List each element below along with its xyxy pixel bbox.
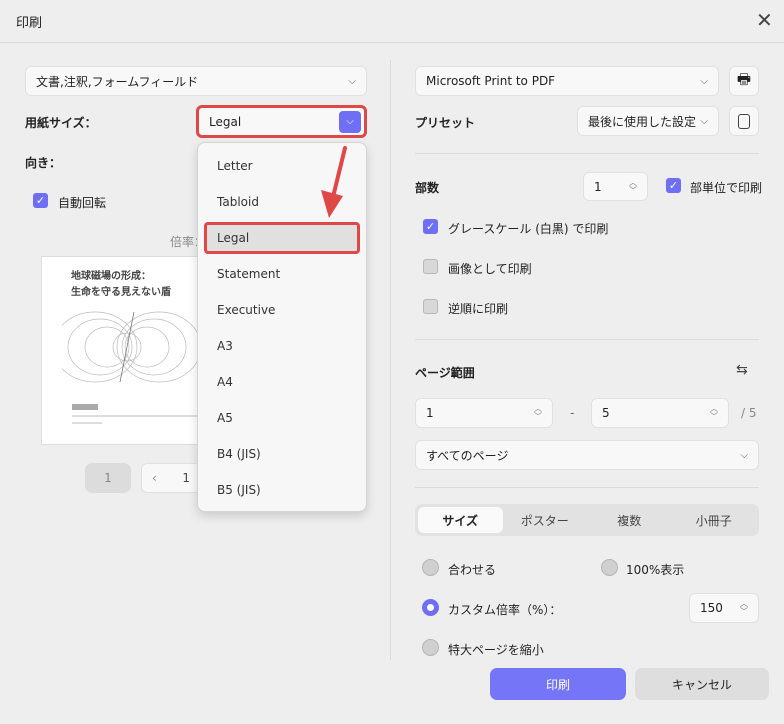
column-divider xyxy=(390,60,391,660)
print-preview: 地球磁場の形成： 生命を守る見えない盾 xyxy=(41,256,201,445)
copies-label: 部数 xyxy=(415,181,440,195)
print-option-label: グレースケール (白黒) で印刷 xyxy=(448,222,609,236)
auto-rotate-label: 自動回転 xyxy=(58,196,107,210)
content-select[interactable]: 文書,注釈,フォームフィールド ⌵ xyxy=(25,66,367,96)
chevron-down-icon: ⌵ xyxy=(700,115,708,127)
print-option-label: 画像として印刷 xyxy=(448,262,532,276)
magnetic-field-diagram xyxy=(62,311,200,383)
copies-value: 1 xyxy=(594,179,602,194)
actual-size-label: 100%表示 xyxy=(626,563,685,577)
save-icon xyxy=(738,113,750,129)
printer-properties-button[interactable]: 🖶 xyxy=(729,66,759,96)
paper-size-option[interactable]: Executive xyxy=(204,294,360,326)
paper-size-option[interactable]: A3 xyxy=(204,330,360,362)
preview-title-2: 生命を守る見えない盾 xyxy=(71,287,171,298)
range-separator: - xyxy=(570,406,575,420)
divider xyxy=(415,487,759,488)
preset-select[interactable]: 最後に使用した設定 ⌵ xyxy=(577,106,719,136)
red-arrow-annotation xyxy=(321,146,347,218)
page-range-swap-icon[interactable]: ⇆ xyxy=(736,362,748,378)
printer-select[interactable]: Microsoft Print to PDF ⌵ xyxy=(415,66,719,96)
page-nav: ‹ 1 xyxy=(141,463,201,493)
close-icon[interactable]: ✕ xyxy=(756,8,773,32)
tab-multiple[interactable]: 複数 xyxy=(587,507,672,533)
collate-checkbox[interactable]: ✓ xyxy=(666,178,681,193)
title-divider xyxy=(0,42,784,43)
paper-size-option[interactable]: B5 (JIS) xyxy=(204,474,360,506)
paper-size-select[interactable]: Legal ⌵ xyxy=(196,105,367,138)
shrink-radio[interactable] xyxy=(422,639,439,656)
range-to-value: 5 xyxy=(602,406,610,420)
copies-stepper[interactable]: 1 ︿ ﹀ xyxy=(583,172,648,201)
print-option-label: 逆順に印刷 xyxy=(448,302,509,316)
fit-label: 合わせる xyxy=(448,563,497,577)
range-select-value: すべてのページ xyxy=(426,448,509,463)
print-option-checkbox[interactable] xyxy=(423,259,438,274)
divider xyxy=(415,339,759,340)
collate-label: 部単位で印刷 xyxy=(690,181,763,195)
paper-size-label: 用紙サイズ： xyxy=(25,116,97,130)
page-range-label: ページ範囲 xyxy=(415,366,475,380)
range-to-input[interactable]: 5 ︿ ﹀ xyxy=(591,398,729,428)
page-nav-current: 1 xyxy=(182,471,190,485)
paper-size-option[interactable]: B4 (JIS) xyxy=(204,438,360,470)
range-total: / 5 xyxy=(741,406,757,420)
print-button[interactable]: 印刷 xyxy=(490,668,626,700)
range-from-input[interactable]: 1 ︿ ﹀ xyxy=(415,398,553,428)
custom-scale-radio[interactable] xyxy=(422,599,439,616)
save-preset-button[interactable] xyxy=(729,106,759,136)
printer-value: Microsoft Print to PDF xyxy=(426,74,556,88)
chevron-down-icon: ⌵ xyxy=(700,75,708,87)
spin-arrows-icon[interactable]: ︿ ﹀ xyxy=(534,405,542,421)
range-select[interactable]: すべてのページ ⌵ xyxy=(415,440,759,470)
chevron-down-icon: ⌵ xyxy=(348,75,356,87)
scaling-tabs: サイズ ポスター 複数 小冊子 xyxy=(415,504,759,536)
divider xyxy=(415,153,759,154)
print-option-checkbox[interactable] xyxy=(423,299,438,314)
preview-title-1: 地球磁場の形成： xyxy=(71,271,151,282)
printer-icon: 🖶 xyxy=(736,69,752,88)
paper-size-option[interactable]: A5 xyxy=(204,402,360,434)
custom-scale-stepper[interactable]: 150 ︿ ﹀ xyxy=(689,593,759,623)
paper-size-option[interactable]: A4 xyxy=(204,366,360,398)
auto-rotate-checkbox[interactable]: ✓ xyxy=(33,193,48,208)
range-from-value: 1 xyxy=(426,406,434,420)
tab-poster[interactable]: ポスター xyxy=(503,507,588,533)
chevron-down-icon: ⌵ xyxy=(740,449,748,461)
tab-size[interactable]: サイズ xyxy=(418,507,503,533)
preset-value: 最後に使用した設定 xyxy=(588,114,697,129)
spin-arrows-icon[interactable]: ︿ ﹀ xyxy=(710,405,718,421)
chevron-left-icon[interactable]: ‹ xyxy=(152,471,157,485)
tab-booklet[interactable]: 小冊子 xyxy=(672,507,757,533)
paper-size-option[interactable]: Legal xyxy=(204,222,360,254)
dialog-title: 印刷 xyxy=(16,16,43,31)
preset-label: プリセット xyxy=(415,116,476,130)
shrink-label: 特大ページを縮小 xyxy=(448,643,544,657)
content-select-value: 文書,注釈,フォームフィールド xyxy=(36,74,199,89)
orientation-label: 向き： xyxy=(25,156,62,170)
custom-scale-value: 150 xyxy=(700,601,723,615)
page-number-input[interactable]: 1 xyxy=(85,463,131,493)
custom-scale-label: カスタム倍率（%）： xyxy=(448,603,562,617)
paper-size-option[interactable]: Statement xyxy=(204,258,360,290)
actual-size-radio[interactable] xyxy=(601,559,618,576)
print-option-checkbox[interactable]: ✓ xyxy=(423,219,438,234)
fit-radio[interactable] xyxy=(422,559,439,576)
cancel-button[interactable]: キャンセル xyxy=(635,668,769,700)
spin-arrows-icon[interactable]: ︿ ﹀ xyxy=(740,600,748,616)
chevron-down-icon: ⌵ xyxy=(339,110,361,133)
spin-arrows-icon[interactable]: ︿ ﹀ xyxy=(629,178,637,195)
paper-size-value: Legal xyxy=(209,114,242,129)
